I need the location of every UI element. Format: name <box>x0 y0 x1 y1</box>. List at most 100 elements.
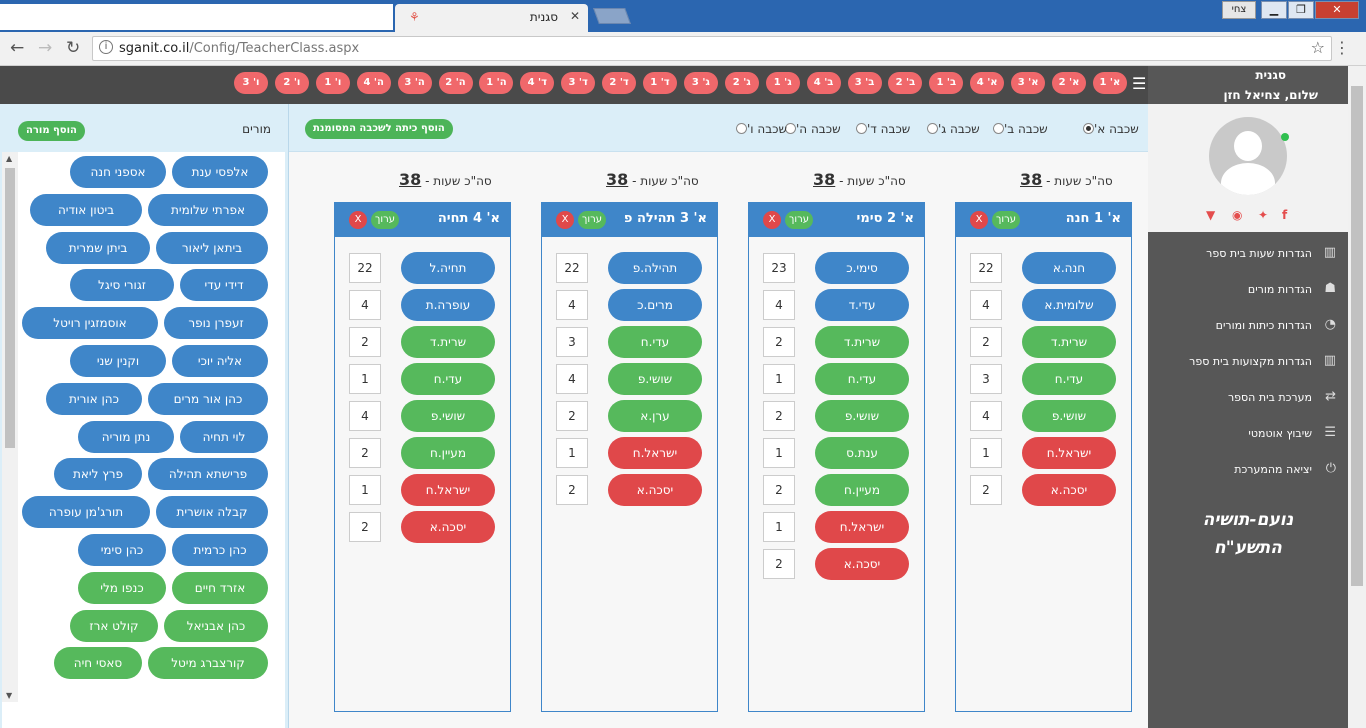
class-tab[interactable]: ג' 3 <box>683 72 718 94</box>
teacher-pill[interactable]: פרישתא תהילה <box>148 458 268 491</box>
hamburger-menu-icon[interactable]: ☰ <box>1132 74 1146 93</box>
hours-input[interactable]: 2 <box>763 401 795 431</box>
sidebar-menu-item[interactable]: ▥ הגדרות מקצועות בית ספר <box>1148 350 1336 378</box>
hours-input[interactable]: 4 <box>970 290 1002 320</box>
class-tab[interactable]: ד' 3 <box>561 72 596 94</box>
hours-input[interactable]: 2 <box>970 327 1002 357</box>
sidebar-menu-item[interactable]: ⏻ יציאה מהמערכת <box>1148 458 1336 486</box>
class-tab[interactable]: א' 3 <box>1011 72 1046 94</box>
assigned-teacher-pill[interactable]: שרית.ד <box>401 326 495 358</box>
hours-input[interactable]: 1 <box>556 438 588 468</box>
teacher-pill[interactable]: כהן אבניאל <box>164 609 268 642</box>
page-scrollbar-thumb[interactable] <box>1351 86 1363 586</box>
browser-user-button[interactable]: צחי <box>1222 1 1256 19</box>
info-icon[interactable]: i <box>99 40 113 54</box>
teacher-pill[interactable]: פרץ ליאת <box>54 458 142 491</box>
hours-input[interactable]: 23 <box>763 253 795 283</box>
class-tab[interactable]: ה' 4 <box>356 72 391 94</box>
class-tab[interactable]: ג' 1 <box>765 72 800 94</box>
html5-icon[interactable]: ▼ <box>1206 208 1215 222</box>
assigned-teacher-pill[interactable]: סימי.כ <box>815 252 909 284</box>
teacher-list-scrollbar[interactable]: ▲ ▼ <box>2 152 18 702</box>
assigned-teacher-pill[interactable]: שרית.ד <box>1022 326 1116 358</box>
assigned-teacher-pill[interactable]: שושי.פ <box>1022 400 1116 432</box>
sidebar-menu-item[interactable]: ▥ הגדרות שעות בית ספר <box>1148 242 1336 270</box>
hours-input[interactable]: 1 <box>349 364 381 394</box>
class-tab[interactable]: ד' 1 <box>643 72 677 94</box>
assigned-teacher-pill[interactable]: ישראל.ח <box>815 511 909 543</box>
facebook-icon[interactable]: f <box>1282 208 1287 222</box>
layer-radio[interactable]: שכבה ג' <box>923 122 980 136</box>
assigned-teacher-pill[interactable]: יסכה.א <box>401 511 495 543</box>
layer-radio[interactable]: שכבה ב' <box>989 122 1048 136</box>
radio-dot[interactable] <box>927 123 938 134</box>
hours-input[interactable]: 4 <box>556 290 588 320</box>
teacher-pill[interactable]: אפרתי שלומית <box>148 193 268 226</box>
teacher-pill[interactable]: אלפסי ענת <box>172 156 268 188</box>
assigned-teacher-pill[interactable]: עדי.ח <box>1022 363 1116 395</box>
class-tab[interactable]: א' 1 <box>1092 72 1127 94</box>
hours-input[interactable]: 4 <box>349 290 381 320</box>
window-close-button[interactable]: ✕ <box>1315 1 1359 19</box>
scroll-down-icon[interactable]: ▼ <box>6 691 12 700</box>
assigned-teacher-pill[interactable]: יסכה.א <box>608 474 702 506</box>
browser-menu-icon[interactable]: ⋮ <box>1334 38 1350 57</box>
assigned-teacher-pill[interactable]: יסכה.א <box>815 548 909 580</box>
teacher-list-scroll-thumb[interactable] <box>5 168 15 448</box>
minimize-button[interactable]: ▁ <box>1261 1 1287 19</box>
assigned-teacher-pill[interactable]: ישראל.ח <box>401 474 495 506</box>
assigned-teacher-pill[interactable]: עדי.ח <box>815 363 909 395</box>
hours-input[interactable]: 2 <box>763 327 795 357</box>
teacher-pill[interactable]: אליה יוכי <box>172 345 268 377</box>
twitter-icon[interactable]: ✦ <box>1258 208 1268 222</box>
delete-class-button[interactable]: X <box>349 211 367 229</box>
hours-input[interactable]: 2 <box>763 475 795 505</box>
github-icon[interactable]: ◉ <box>1232 208 1242 222</box>
maximize-button[interactable]: ❐ <box>1288 1 1314 19</box>
teacher-pill[interactable]: תורג'מן עופרה <box>22 496 150 529</box>
teacher-pill[interactable]: אספני חנה <box>70 156 166 188</box>
teacher-pill[interactable]: וקנין שני <box>70 345 166 377</box>
reload-icon[interactable]: ↻ <box>66 38 80 58</box>
radio-dot[interactable] <box>856 123 867 134</box>
assigned-teacher-pill[interactable]: עופרה.ת <box>401 289 495 321</box>
layer-radio[interactable]: שכבה ד' <box>852 122 910 136</box>
add-teacher-button[interactable]: הוסף מורה <box>18 121 85 141</box>
assigned-teacher-pill[interactable]: חנה.א <box>1022 252 1116 284</box>
teacher-pill[interactable]: סאסי חיה <box>54 647 142 680</box>
layer-radio[interactable]: שכבה א' <box>1079 122 1139 136</box>
add-class-button[interactable]: הוסף כיתה לשכבה המסומנת <box>305 119 453 139</box>
assigned-teacher-pill[interactable]: עדי.ד <box>815 289 909 321</box>
teacher-pill[interactable]: דידי עדי <box>180 269 268 302</box>
assigned-teacher-pill[interactable]: מרים.כ <box>608 289 702 321</box>
sidebar-menu-item[interactable]: ☰ שיבוץ אוטמטי <box>1148 422 1336 450</box>
new-tab-button[interactable] <box>593 8 631 24</box>
radio-dot[interactable] <box>1083 123 1094 134</box>
hours-input[interactable]: 2 <box>763 549 795 579</box>
hours-input[interactable]: 22 <box>556 253 588 283</box>
teacher-pill[interactable]: ביתן שמרית <box>46 231 150 264</box>
forward-arrow-icon[interactable]: → <box>38 38 52 58</box>
hours-input[interactable]: 2 <box>349 327 381 357</box>
teacher-pill[interactable]: כהן כרמית <box>172 534 268 566</box>
hours-input[interactable]: 2 <box>556 475 588 505</box>
layer-radio[interactable]: שכבה ו' <box>732 122 787 136</box>
class-tab[interactable]: ה' 2 <box>438 72 473 94</box>
teacher-pill[interactable]: כהן אורית <box>46 382 142 415</box>
hours-input[interactable]: 3 <box>556 327 588 357</box>
hours-input[interactable]: 1 <box>349 475 381 505</box>
class-tab[interactable]: ב' 2 <box>888 72 923 94</box>
class-tab[interactable]: א' 4 <box>970 72 1005 94</box>
teacher-pill[interactable]: זגורי סיגל <box>70 269 174 302</box>
delete-class-button[interactable]: X <box>763 211 781 229</box>
back-arrow-icon[interactable]: ← <box>10 38 24 58</box>
teacher-pill[interactable]: אוסמזגין רויטל <box>22 307 158 340</box>
class-tab[interactable]: ב' 3 <box>847 72 882 94</box>
hours-input[interactable]: 1 <box>970 438 1002 468</box>
assigned-teacher-pill[interactable]: יסכה.א <box>1022 474 1116 506</box>
hours-input[interactable]: 2 <box>970 475 1002 505</box>
assigned-teacher-pill[interactable]: שרית.ד <box>815 326 909 358</box>
teacher-pill[interactable]: קולט ארז <box>70 609 158 642</box>
teacher-pill[interactable]: אזרד חיים <box>172 571 268 604</box>
address-bar[interactable]: i sganit.co.il/Config/TeacherClass.aspx … <box>92 36 1332 61</box>
